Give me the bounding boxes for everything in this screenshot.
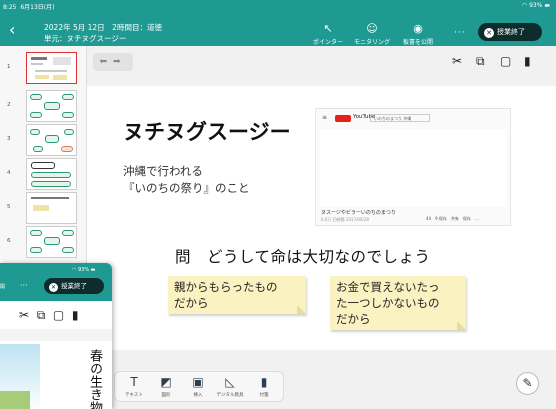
shape-tool-button[interactable]: ◩ 図形 (151, 375, 181, 398)
shape-icon: ◩ (160, 375, 172, 389)
youtube-logo-icon (335, 115, 351, 122)
slide-thumbnail-2[interactable]: 2 (0, 90, 87, 124)
undo-redo-buttons[interactable]: ⬅➡ (93, 53, 133, 71)
close-icon: ✕ (484, 28, 494, 38)
cut-button[interactable]: ✂ (452, 54, 462, 68)
image-icon: ▣ (192, 375, 204, 389)
overlay-hill-image (0, 391, 30, 409)
bottom-toolbar: T テキスト ◩ 図形 ▣ 挿入 ◺ デジタル教具 ▮ 付箋 (114, 371, 284, 402)
thumbnail-image (26, 226, 77, 258)
thumbnail-image (26, 124, 77, 156)
sticky-note-1[interactable]: 親からもらったもの だから (168, 276, 306, 314)
sticky-tool-button[interactable]: ▮ 付箋 (249, 375, 279, 398)
copy-button[interactable]: ⧉ (476, 54, 485, 69)
slide-thumbnail-1[interactable]: 1 (0, 52, 87, 86)
trash-icon[interactable]: ▮ (72, 308, 79, 322)
slide-subtext[interactable]: 沖縄で行われる 『いのちの祭り』のこと (123, 163, 250, 197)
pen-icon: ✎ (522, 376, 533, 390)
lesson-unit: 単元：ヌチヌグスージー (44, 34, 127, 43)
copy-icon: ⧉ (476, 54, 485, 68)
undo-icon[interactable]: ⬅ (99, 57, 113, 67)
overlay-edit-tools[interactable]: ✂ ⧉ ▢ ▮ (19, 308, 79, 323)
battery-indicator: ◠ 93% ▬ (521, 2, 550, 9)
end-class-button[interactable]: ✕ 授業終了 (478, 23, 542, 41)
video-title: ヌスージやビラーいのちのまつり (321, 210, 396, 216)
text-icon: T (130, 375, 138, 389)
pointer-icon: ↖ (323, 22, 333, 35)
video-meta: 6.6万 回視聴 2017/06/28 (321, 217, 369, 222)
back-button[interactable]: ‹ (9, 22, 15, 38)
eye-icon: ◉ (413, 22, 423, 35)
slide-thumbnail-5[interactable]: 5 (0, 192, 87, 226)
copy-icon[interactable]: ⧉ (37, 308, 46, 322)
overlay-battery: ◠ 93% ▬ (72, 267, 96, 273)
paste-button[interactable]: ▢ (500, 54, 511, 68)
sticky-note-2[interactable]: お金で買えないたっ た一つしかないもの だから (330, 276, 466, 330)
top-bar: 8:25 6月13日(月) ◠ 93% ▬ ‹ 2022年 5月 12日 2時間… (0, 0, 556, 46)
slide-title[interactable]: ヌチヌグスージー (123, 116, 291, 146)
video-search-field[interactable]: いのちのまつり 沖縄 (370, 114, 430, 122)
question-text[interactable]: 問 どうして命は大切なのでしょう (175, 245, 431, 267)
scissors-icon[interactable]: ✂ (19, 308, 29, 322)
thumbnail-image (26, 52, 77, 84)
overlay-end-class-button[interactable]: ✕ 授業終了 (44, 278, 104, 294)
slide-thumbnail-6[interactable]: 6 (0, 226, 87, 260)
monitoring-icon: ☺ (366, 22, 378, 35)
thumbnail-image (26, 90, 77, 122)
close-icon: ✕ (49, 283, 58, 292)
video-actions[interactable]: 44 9 保存 共有 保存 ... (426, 216, 479, 222)
overlay-more-button[interactable]: ··· (20, 281, 28, 290)
insert-tool-button[interactable]: ▣ 挿入 (183, 375, 213, 398)
monitoring-button[interactable]: ☺ モニタリング (352, 22, 392, 47)
redo-icon[interactable]: ➡ (113, 57, 127, 67)
trash-icon: ▮ (524, 54, 531, 68)
slide-thumbnail-3[interactable]: 3 (0, 124, 87, 158)
status-bar: 8:25 6月13日(月) ◠ 93% ▬ (0, 0, 556, 12)
paste-icon[interactable]: ▢ (53, 308, 64, 322)
overlay-header: ◠ 93% ▬ 開 ··· ✕ 授業終了 (0, 263, 112, 301)
status-time: 8:25 6月13日(月) (3, 4, 55, 11)
paste-icon: ▢ (500, 54, 512, 68)
thumbnail-image (26, 158, 77, 190)
overlay-window[interactable]: ◠ 93% ▬ 開 ··· ✕ 授業終了 ✂ ⧉ ▢ ▮ 春の生き物 (0, 263, 112, 409)
digital-tool-button[interactable]: ◺ デジタル教具 (215, 375, 245, 398)
pen-button[interactable]: ✎ (516, 372, 539, 395)
embedded-video[interactable]: ≡ YouTube いのちのまつり 沖縄 ヌスージやビラーいのちのまつり 6.6… (315, 108, 511, 226)
text-tool-button[interactable]: T テキスト (119, 375, 149, 398)
lesson-date-period: 2022年 5月 12日 2時間目：道徳 (44, 23, 162, 32)
overlay-divider (0, 329, 112, 341)
slide-thumbnail-4[interactable]: 4 (0, 158, 87, 192)
video-player[interactable] (320, 129, 506, 207)
ruler-icon: ◺ (225, 375, 235, 389)
publish-board-button[interactable]: ◉ 板書を公開 (398, 22, 438, 47)
bookmark-icon: ▮ (260, 375, 268, 389)
overlay-vertical-title: 春の生き物 (87, 349, 102, 409)
pointer-button[interactable]: ↖ ポインター (308, 22, 348, 47)
thumbnail-image (26, 192, 77, 224)
lesson-info: 2022年 5月 12日 2時間目：道徳 単元：ヌチヌグスージー (44, 22, 162, 44)
hamburger-icon: ≡ (322, 114, 328, 121)
scissors-icon: ✂ (452, 54, 463, 68)
delete-button[interactable]: ▮ (524, 54, 531, 68)
chevron-left-icon: ‹ (9, 20, 16, 39)
more-menu-button[interactable]: ··· (454, 28, 466, 38)
